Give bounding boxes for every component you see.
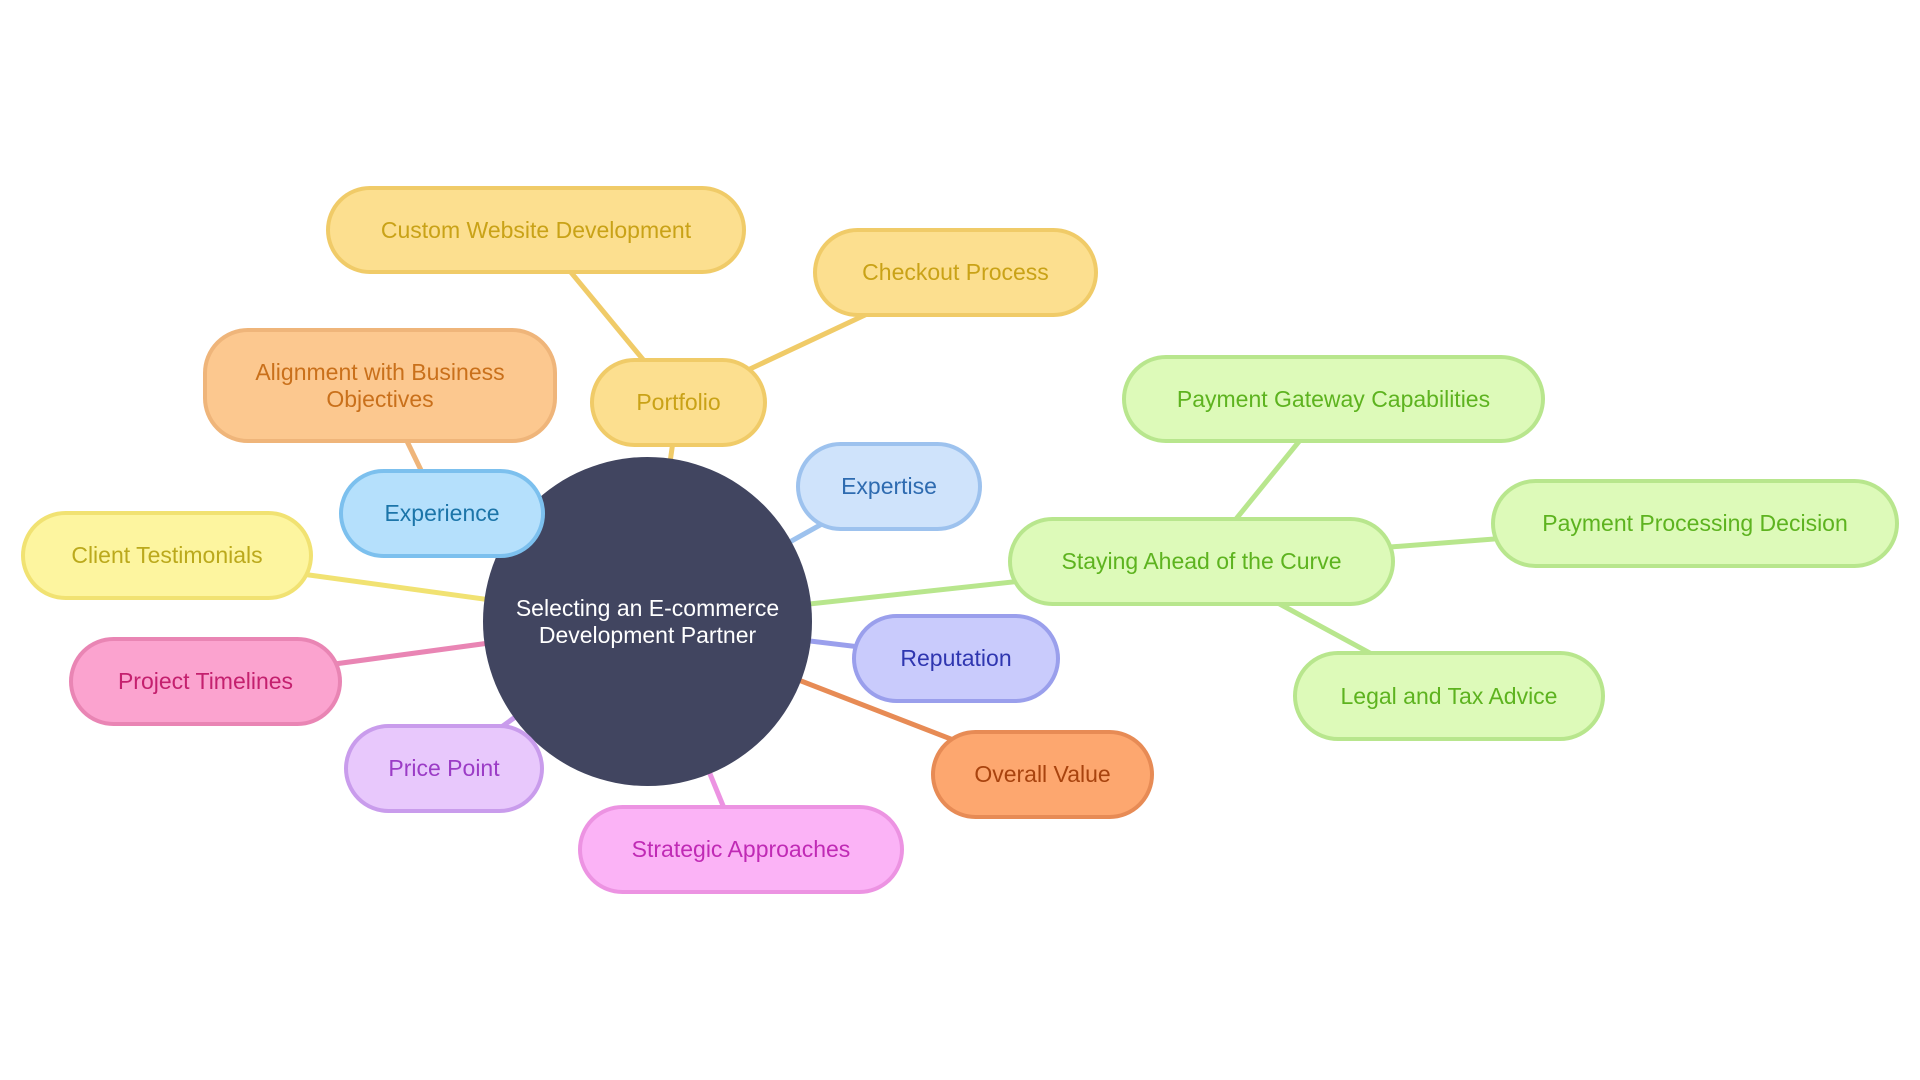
node-overall-value[interactable]: Overall Value — [931, 730, 1154, 819]
node-label: Project Timelines — [117, 668, 294, 694]
node-reputation[interactable]: Reputation — [852, 614, 1060, 703]
node-label: Reputation — [900, 645, 1012, 671]
node-strategic-approaches[interactable]: Strategic Approaches — [578, 805, 904, 894]
node-checkout-process[interactable]: Checkout Process — [813, 228, 1098, 317]
node-label: Experience — [384, 500, 500, 526]
node-payment-processing-decision[interactable]: Payment Processing Decision — [1491, 479, 1899, 568]
node-label: Payment Gateway Capabilities — [1176, 385, 1491, 412]
node-portfolio[interactable]: Portfolio — [590, 358, 767, 447]
node-project-timelines[interactable]: Project Timelines — [69, 637, 342, 726]
node-label: Strategic Approaches — [631, 836, 851, 862]
node-custom-website-development[interactable]: Custom Website Development — [326, 186, 746, 274]
node-label: Staying Ahead of the Curve — [1061, 548, 1342, 574]
node-label: Payment Processing Decision — [1542, 510, 1848, 536]
node-client-testimonials[interactable]: Client Testimonials — [21, 511, 313, 600]
node-label: Expertise — [841, 473, 937, 499]
node-label: Overall Value — [974, 761, 1111, 787]
node-legal-and-tax-advice[interactable]: Legal and Tax Advice — [1293, 651, 1605, 741]
node-label: Alignment with Business Objectives — [255, 358, 505, 412]
node-staying-ahead-of-the-curve[interactable]: Staying Ahead of the Curve — [1008, 517, 1395, 606]
root-node-label: Selecting an E-commerce Development Part… — [515, 594, 780, 648]
node-expertise[interactable]: Expertise — [796, 442, 982, 531]
node-alignment-with-business-objectives[interactable]: Alignment with Business Objectives — [203, 328, 557, 443]
node-label: Custom Website Development — [380, 216, 692, 243]
node-payment-gateway-capabilities[interactable]: Payment Gateway Capabilities — [1122, 355, 1545, 443]
node-label: Client Testimonials — [71, 542, 263, 568]
node-experience[interactable]: Experience — [339, 469, 545, 558]
node-label: Portfolio — [636, 389, 721, 415]
node-label: Price Point — [388, 755, 500, 781]
node-label: Checkout Process — [862, 259, 1049, 285]
node-price-point[interactable]: Price Point — [344, 724, 544, 813]
node-label: Legal and Tax Advice — [1340, 682, 1558, 709]
